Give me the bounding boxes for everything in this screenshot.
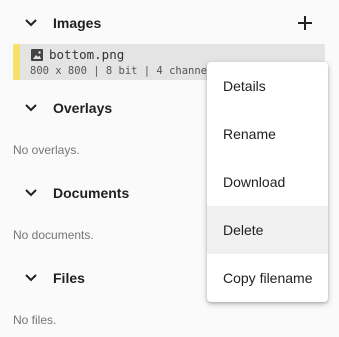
image-color-indicator	[13, 44, 20, 80]
context-menu: Details Rename Download Delete Copy file…	[207, 62, 328, 302]
menu-item-download[interactable]: Download	[207, 158, 328, 206]
documents-title: Documents	[53, 185, 130, 201]
chevron-down-icon[interactable]	[24, 16, 38, 30]
chevron-down-icon[interactable]	[24, 186, 38, 200]
overlays-empty-text: No overlays.	[13, 143, 80, 157]
overlays-title: Overlays	[53, 100, 113, 116]
image-meta: 800 x 800 | 8 bit | 4 channel	[30, 65, 214, 77]
files-title: Files	[53, 270, 85, 286]
files-empty-text: No files.	[13, 313, 57, 327]
add-image-button[interactable]	[293, 11, 317, 35]
plus-icon	[298, 16, 312, 30]
menu-item-delete[interactable]: Delete	[207, 206, 328, 254]
images-section-header[interactable]: Images	[0, 11, 339, 35]
menu-item-rename[interactable]: Rename	[207, 110, 328, 158]
image-icon	[31, 49, 43, 61]
chevron-down-icon[interactable]	[24, 271, 38, 285]
documents-empty-text: No documents.	[13, 228, 94, 242]
menu-item-copy-filename[interactable]: Copy filename	[207, 254, 328, 302]
images-title: Images	[53, 15, 102, 31]
chevron-down-icon[interactable]	[24, 101, 38, 115]
menu-item-details[interactable]: Details	[207, 62, 328, 110]
image-name: bottom.png	[49, 47, 125, 62]
